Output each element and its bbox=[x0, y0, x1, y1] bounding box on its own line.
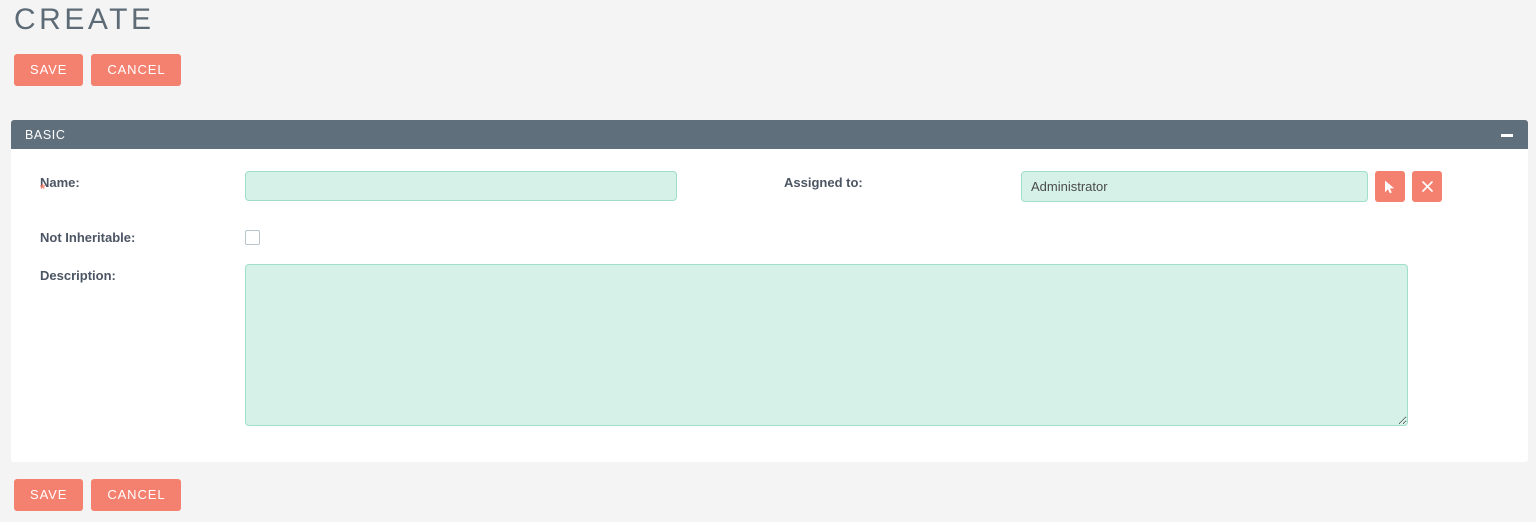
description-textarea[interactable] bbox=[245, 264, 1408, 426]
not-inheritable-label: Not Inheritable: bbox=[40, 230, 136, 245]
name-required-marker: * bbox=[40, 181, 46, 196]
basic-panel-header: BASIC bbox=[11, 120, 1528, 149]
page-title: CREATE bbox=[14, 3, 155, 36]
assigned-to-input[interactable] bbox=[1021, 171, 1368, 202]
cursor-arrow-icon bbox=[1384, 180, 1396, 194]
clear-assigned-to-button[interactable] bbox=[1412, 171, 1442, 202]
assigned-to-controls bbox=[1021, 171, 1442, 202]
name-label-wrap: Name: * bbox=[11, 171, 245, 195]
create-page: CREATE SAVE CANCEL BASIC Name: * Assigne… bbox=[0, 0, 1536, 522]
minus-icon[interactable] bbox=[1500, 128, 1514, 142]
row-not-inheritable: Not Inheritable: bbox=[11, 226, 1528, 264]
save-button-bottom[interactable]: SAVE bbox=[14, 479, 84, 511]
description-label: Description: bbox=[40, 268, 116, 283]
save-button-top[interactable]: SAVE bbox=[14, 54, 84, 86]
close-x-icon bbox=[1421, 181, 1433, 192]
cancel-button-bottom[interactable]: CANCEL bbox=[91, 479, 182, 511]
top-action-bar: SAVE CANCEL bbox=[14, 54, 182, 86]
row-name-assigned: Name: * Assigned to: bbox=[11, 171, 1528, 226]
bottom-action-bar: SAVE CANCEL bbox=[14, 479, 182, 511]
cursor-arrow-icon-button[interactable] bbox=[1375, 171, 1405, 202]
name-label: Name: bbox=[40, 175, 80, 190]
cancel-button-top[interactable]: CANCEL bbox=[91, 54, 182, 86]
row-description: Description: bbox=[11, 264, 1528, 434]
name-input[interactable] bbox=[245, 171, 677, 201]
not-inheritable-checkbox[interactable] bbox=[245, 230, 260, 245]
assigned-to-field-group: Assigned to: bbox=[773, 171, 1442, 202]
assigned-to-label: Assigned to: bbox=[784, 175, 863, 190]
basic-panel: BASIC Name: * Assigned to: Administrator… bbox=[11, 120, 1528, 462]
basic-panel-body: Name: * Assigned to: Administrator Not I… bbox=[11, 149, 1528, 462]
name-field-group: Name: * bbox=[11, 171, 773, 201]
basic-panel-title: BASIC bbox=[25, 127, 66, 142]
